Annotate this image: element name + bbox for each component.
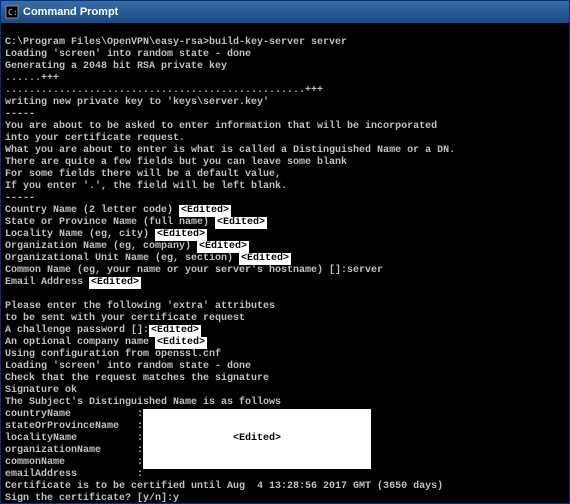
titlebar[interactable]: C: Command Prompt: [1, 1, 569, 23]
prompt-label: Organizational Unit Name (eg, section): [5, 253, 239, 264]
terminal-line: Locality Name (eg, city) <Edited>: [5, 229, 207, 240]
terminal-line: Organization Name (eg, company) <Edited>: [5, 241, 249, 252]
terminal-line: Using configuration from openssl.cnf: [5, 349, 221, 360]
terminal-line: Loading 'screen' into random state - don…: [5, 361, 251, 372]
terminal-line: emailAddress :: [5, 469, 143, 480]
terminal-line: State or Province Name (full name) <Edit…: [5, 217, 267, 228]
redacted-value: <Edited>: [215, 217, 267, 229]
prompt-label: A challenge password []:: [5, 325, 149, 336]
redacted-value: <Edited>: [197, 241, 249, 253]
redacted-value: <Edited>: [239, 253, 291, 265]
dn-label: countryName :: [5, 409, 143, 420]
command-prompt-icon: C:: [5, 5, 19, 19]
terminal-line: into your certificate request.: [5, 133, 185, 144]
terminal-line: Sign the certificate? [y/n]:y: [5, 493, 179, 503]
terminal-line: If you enter '.', the field will be left…: [5, 181, 287, 192]
prompt-label: An optional company name: [5, 337, 155, 348]
terminal-line: The Subject's Distinguished Name is as f…: [5, 397, 281, 408]
terminal-line: Country Name (2 letter code) <Edited>: [5, 205, 231, 216]
redacted-value: <Edited>: [149, 325, 201, 337]
terminal-line: C:\Program Files\OpenVPN\easy-rsa>build-…: [5, 37, 347, 48]
terminal-line: ......+++: [5, 73, 59, 84]
terminal-line: organizationName :: [5, 445, 143, 456]
terminal-line: localityName :: [5, 433, 143, 444]
terminal-line: Certificate is to be certified until Aug…: [5, 481, 443, 492]
svg-text:C:: C:: [8, 8, 18, 17]
prompt-label: State or Province Name (full name): [5, 217, 215, 228]
terminal-content[interactable]: C:\Program Files\OpenVPN\easy-rsa>build-…: [1, 23, 569, 503]
terminal-line: Generating a 2048 bit RSA private key: [5, 61, 227, 72]
terminal-line: ........................................…: [5, 85, 323, 96]
terminal-line: countryName :<Edited>: [5, 409, 143, 420]
terminal-line: commonName :: [5, 457, 143, 468]
terminal-line: writing new private key to 'keys\server.…: [5, 97, 269, 108]
terminal-line: A challenge password []:<Edited>: [5, 325, 201, 336]
redacted-value: <Edited>: [89, 277, 141, 289]
terminal-line: You are about to be asked to enter infor…: [5, 121, 437, 132]
prompt-label: Country Name (2 letter code): [5, 205, 179, 216]
terminal-line: Organizational Unit Name (eg, section) <…: [5, 253, 291, 264]
terminal-line: What you are about to enter is what is c…: [5, 145, 455, 156]
terminal-line: An optional company name <Edited>: [5, 337, 207, 348]
terminal-line: Check that the request matches the signa…: [5, 373, 269, 384]
terminal-line: Loading 'screen' into random state - don…: [5, 49, 251, 60]
terminal-line: to be sent with your certificate request: [5, 313, 245, 324]
terminal-line: stateOrProvinceName :: [5, 421, 143, 432]
redacted-value: <Edited>: [155, 229, 207, 241]
redacted-value: <Edited>: [179, 205, 231, 217]
terminal-line: Please enter the following 'extra' attri…: [5, 301, 275, 312]
command-prompt-window: C: Command Prompt C:\Program Files\OpenV…: [0, 0, 570, 504]
terminal-line: -----: [5, 193, 35, 204]
terminal-line: There are quite a few fields but you can…: [5, 157, 347, 168]
prompt-label: Locality Name (eg, city): [5, 229, 155, 240]
redacted-block: <Edited>: [143, 409, 371, 469]
window-title: Command Prompt: [23, 6, 565, 18]
redacted-value: <Edited>: [155, 337, 207, 349]
prompt-label: Email Address: [5, 277, 89, 288]
terminal-line: Common Name (eg, your name or your serve…: [5, 265, 383, 276]
terminal-line: For some fields there will be a default …: [5, 169, 281, 180]
terminal-line: Signature ok: [5, 385, 77, 396]
terminal-line: -----: [5, 109, 35, 120]
terminal-line: Email Address <Edited>: [5, 277, 141, 288]
prompt-label: Organization Name (eg, company): [5, 241, 197, 252]
